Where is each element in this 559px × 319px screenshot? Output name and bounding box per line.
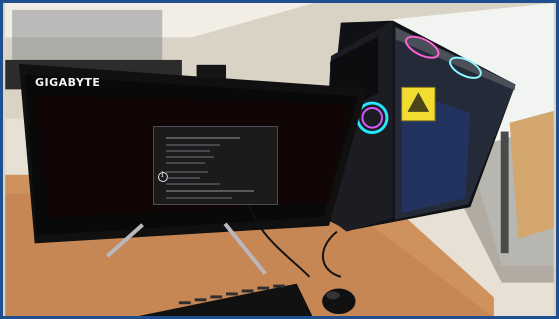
bios-dialog-line [166,197,232,199]
bios-dialog-line [166,150,210,152]
photo-frame: GIGABYTE [0,0,559,319]
bios-dialog-line [166,183,220,185]
mouse-highlight [326,291,340,300]
bios-dialog-line [166,137,240,139]
bios-dialog-line [166,171,208,173]
bios-dialog [153,126,278,205]
computer-mouse [322,288,356,315]
bios-dialog-line [166,144,220,146]
bios-dialog-line [166,162,205,164]
gigabyte-logo: GIGABYTE [35,76,101,89]
bios-dialog-line [166,190,254,192]
desk-photo [5,3,554,316]
bios-dialog-line [166,177,200,179]
right-table-leg [500,131,509,254]
bios-dialog-line [166,156,214,158]
webcam [196,64,227,79]
